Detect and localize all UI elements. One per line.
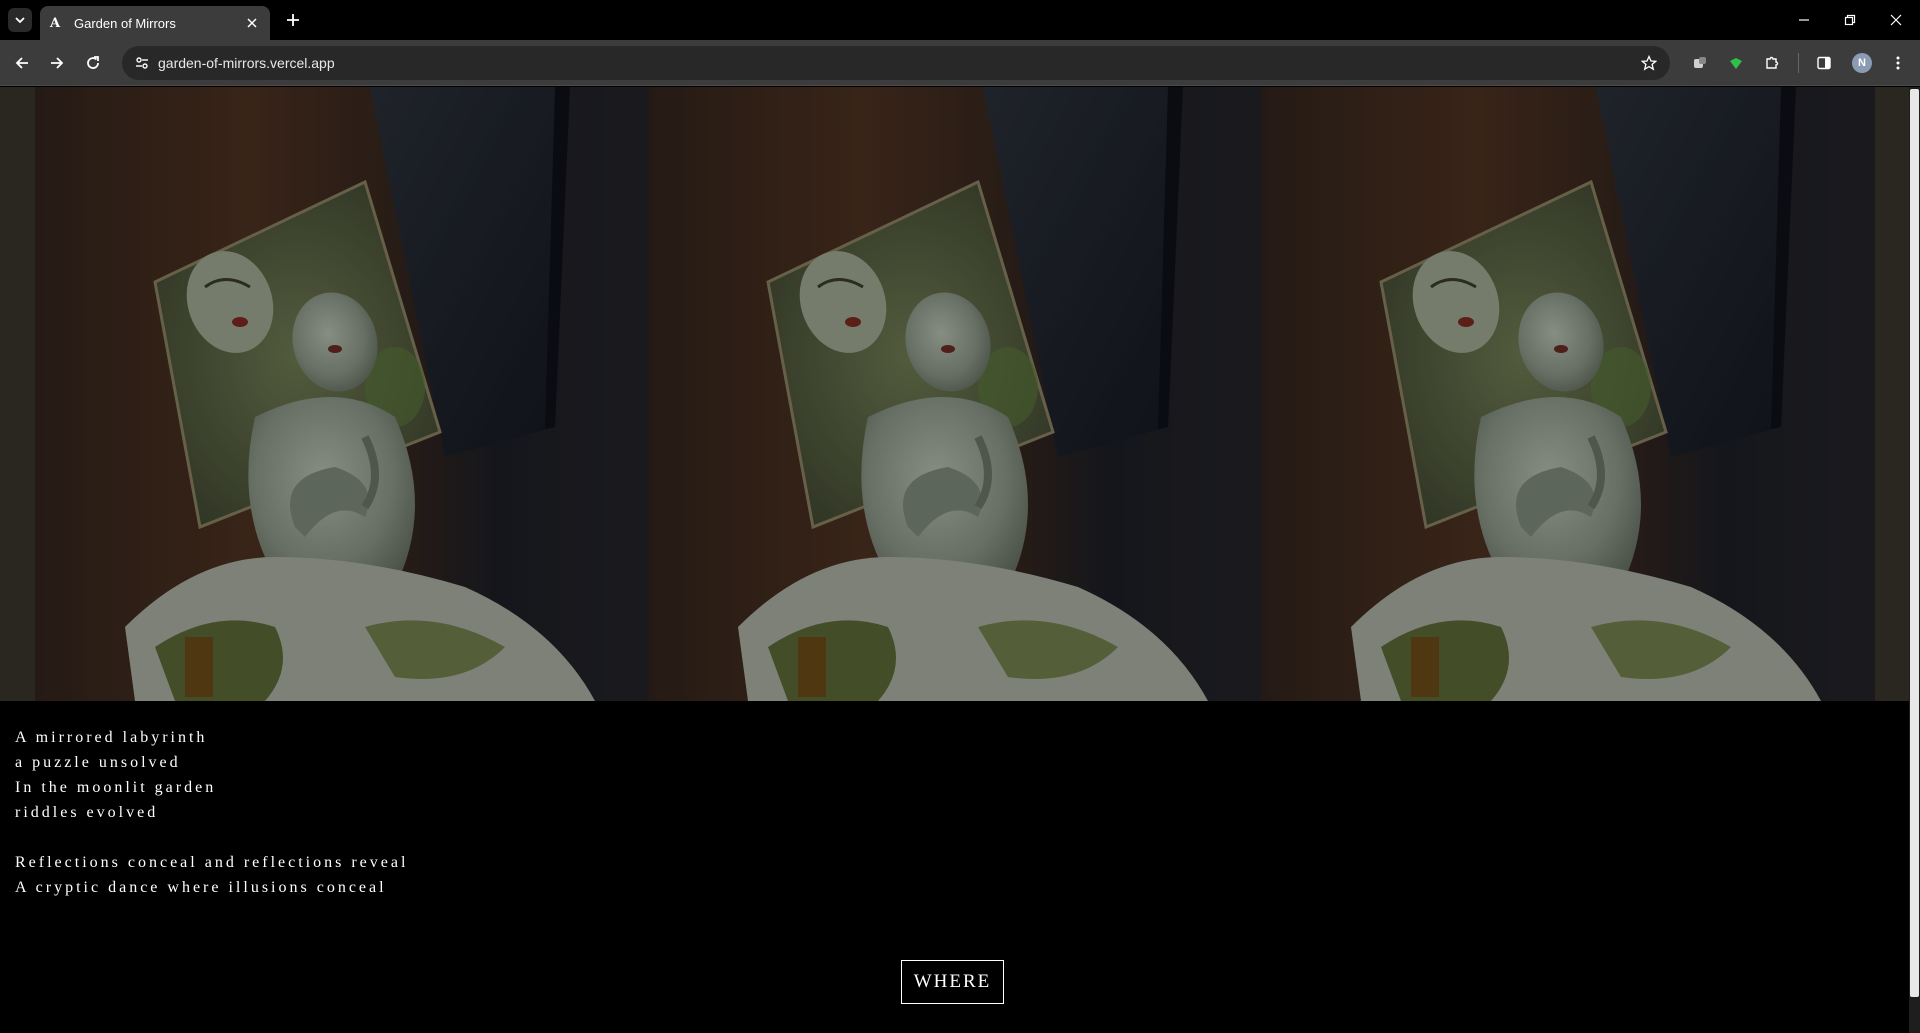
- star-icon: [1641, 55, 1657, 71]
- poem-line: A mirrored labyrinth: [15, 729, 208, 746]
- tune-icon: [136, 57, 148, 69]
- scrollbar-thumb[interactable]: [1910, 89, 1919, 997]
- poem-line: a puzzle unsolved: [15, 754, 181, 771]
- profile-avatar[interactable]: N: [1852, 53, 1872, 73]
- extension-button-1[interactable]: [1688, 51, 1712, 75]
- close-window-button[interactable]: [1884, 8, 1908, 32]
- restore-icon: [1844, 14, 1856, 26]
- stanza-gap: [15, 825, 408, 850]
- more-vertical-icon: [1896, 56, 1900, 70]
- arrow-left-icon: [15, 57, 28, 69]
- where-button[interactable]: WHERE: [901, 960, 1004, 1004]
- tab-favicon: A: [50, 15, 61, 31]
- browser-menu-button[interactable]: [1886, 51, 1910, 75]
- extensions-menu-button[interactable]: [1760, 51, 1784, 75]
- site-info-button[interactable]: [132, 53, 152, 73]
- chevron-down-icon: [15, 17, 25, 24]
- forward-button[interactable]: [45, 51, 69, 75]
- reload-icon: [87, 56, 99, 69]
- poem-line: A cryptic dance where illusions conceal: [15, 879, 387, 896]
- hero-image: [648, 87, 1261, 701]
- tab-close-button[interactable]: [244, 15, 260, 31]
- arrow-right-icon: [51, 57, 64, 69]
- tab-strip: A Garden of Mirrors: [0, 0, 1920, 40]
- tab-title: Garden of Mirrors: [74, 15, 176, 31]
- vpn-shield-icon: [1730, 58, 1742, 69]
- new-tab-button[interactable]: [282, 9, 304, 31]
- close-icon: [247, 18, 257, 28]
- close-icon: [1890, 14, 1902, 26]
- poem-line: In the moonlit garden: [15, 779, 217, 796]
- minimize-button[interactable]: [1792, 8, 1816, 32]
- browser-toolbar: garden-of-mirrors.vercel.app N: [0, 40, 1920, 86]
- poem: A mirrored labyrinth a puzzle unsolved I…: [15, 725, 408, 900]
- plus-icon: [287, 14, 299, 26]
- hero-banner: [0, 87, 1909, 701]
- page-content: A mirrored labyrinth a puzzle unsolved I…: [0, 87, 1909, 1033]
- back-button[interactable]: [10, 51, 34, 75]
- address-bar[interactable]: garden-of-mirrors.vercel.app: [122, 46, 1670, 80]
- hero-panel: [648, 87, 1261, 701]
- side-panel-icon: [1817, 56, 1831, 70]
- hero-panel: [0, 87, 648, 701]
- hero-image: [35, 87, 648, 701]
- side-panel-button[interactable]: [1812, 51, 1836, 75]
- puzzle-icon: [1766, 56, 1779, 69]
- extension-badge-icon: [1694, 57, 1706, 68]
- browser-tab[interactable]: A Garden of Mirrors: [40, 6, 270, 40]
- extension-button-2[interactable]: [1724, 51, 1748, 75]
- bookmark-button[interactable]: [1638, 52, 1660, 74]
- minimize-icon: [1799, 19, 1809, 21]
- restore-button[interactable]: [1838, 8, 1862, 32]
- reload-button[interactable]: [81, 51, 105, 75]
- poem-line: riddles evolved: [15, 804, 159, 821]
- url-text: garden-of-mirrors.vercel.app: [158, 55, 335, 71]
- tab-search-button[interactable]: [8, 8, 32, 32]
- toolbar-divider: [1798, 53, 1799, 73]
- hero-panel: [1261, 87, 1909, 701]
- poem-line: Reflections conceal and reflections reve…: [15, 854, 409, 871]
- page-scrollbar[interactable]: [1909, 87, 1920, 1033]
- hero-image: [1261, 87, 1875, 701]
